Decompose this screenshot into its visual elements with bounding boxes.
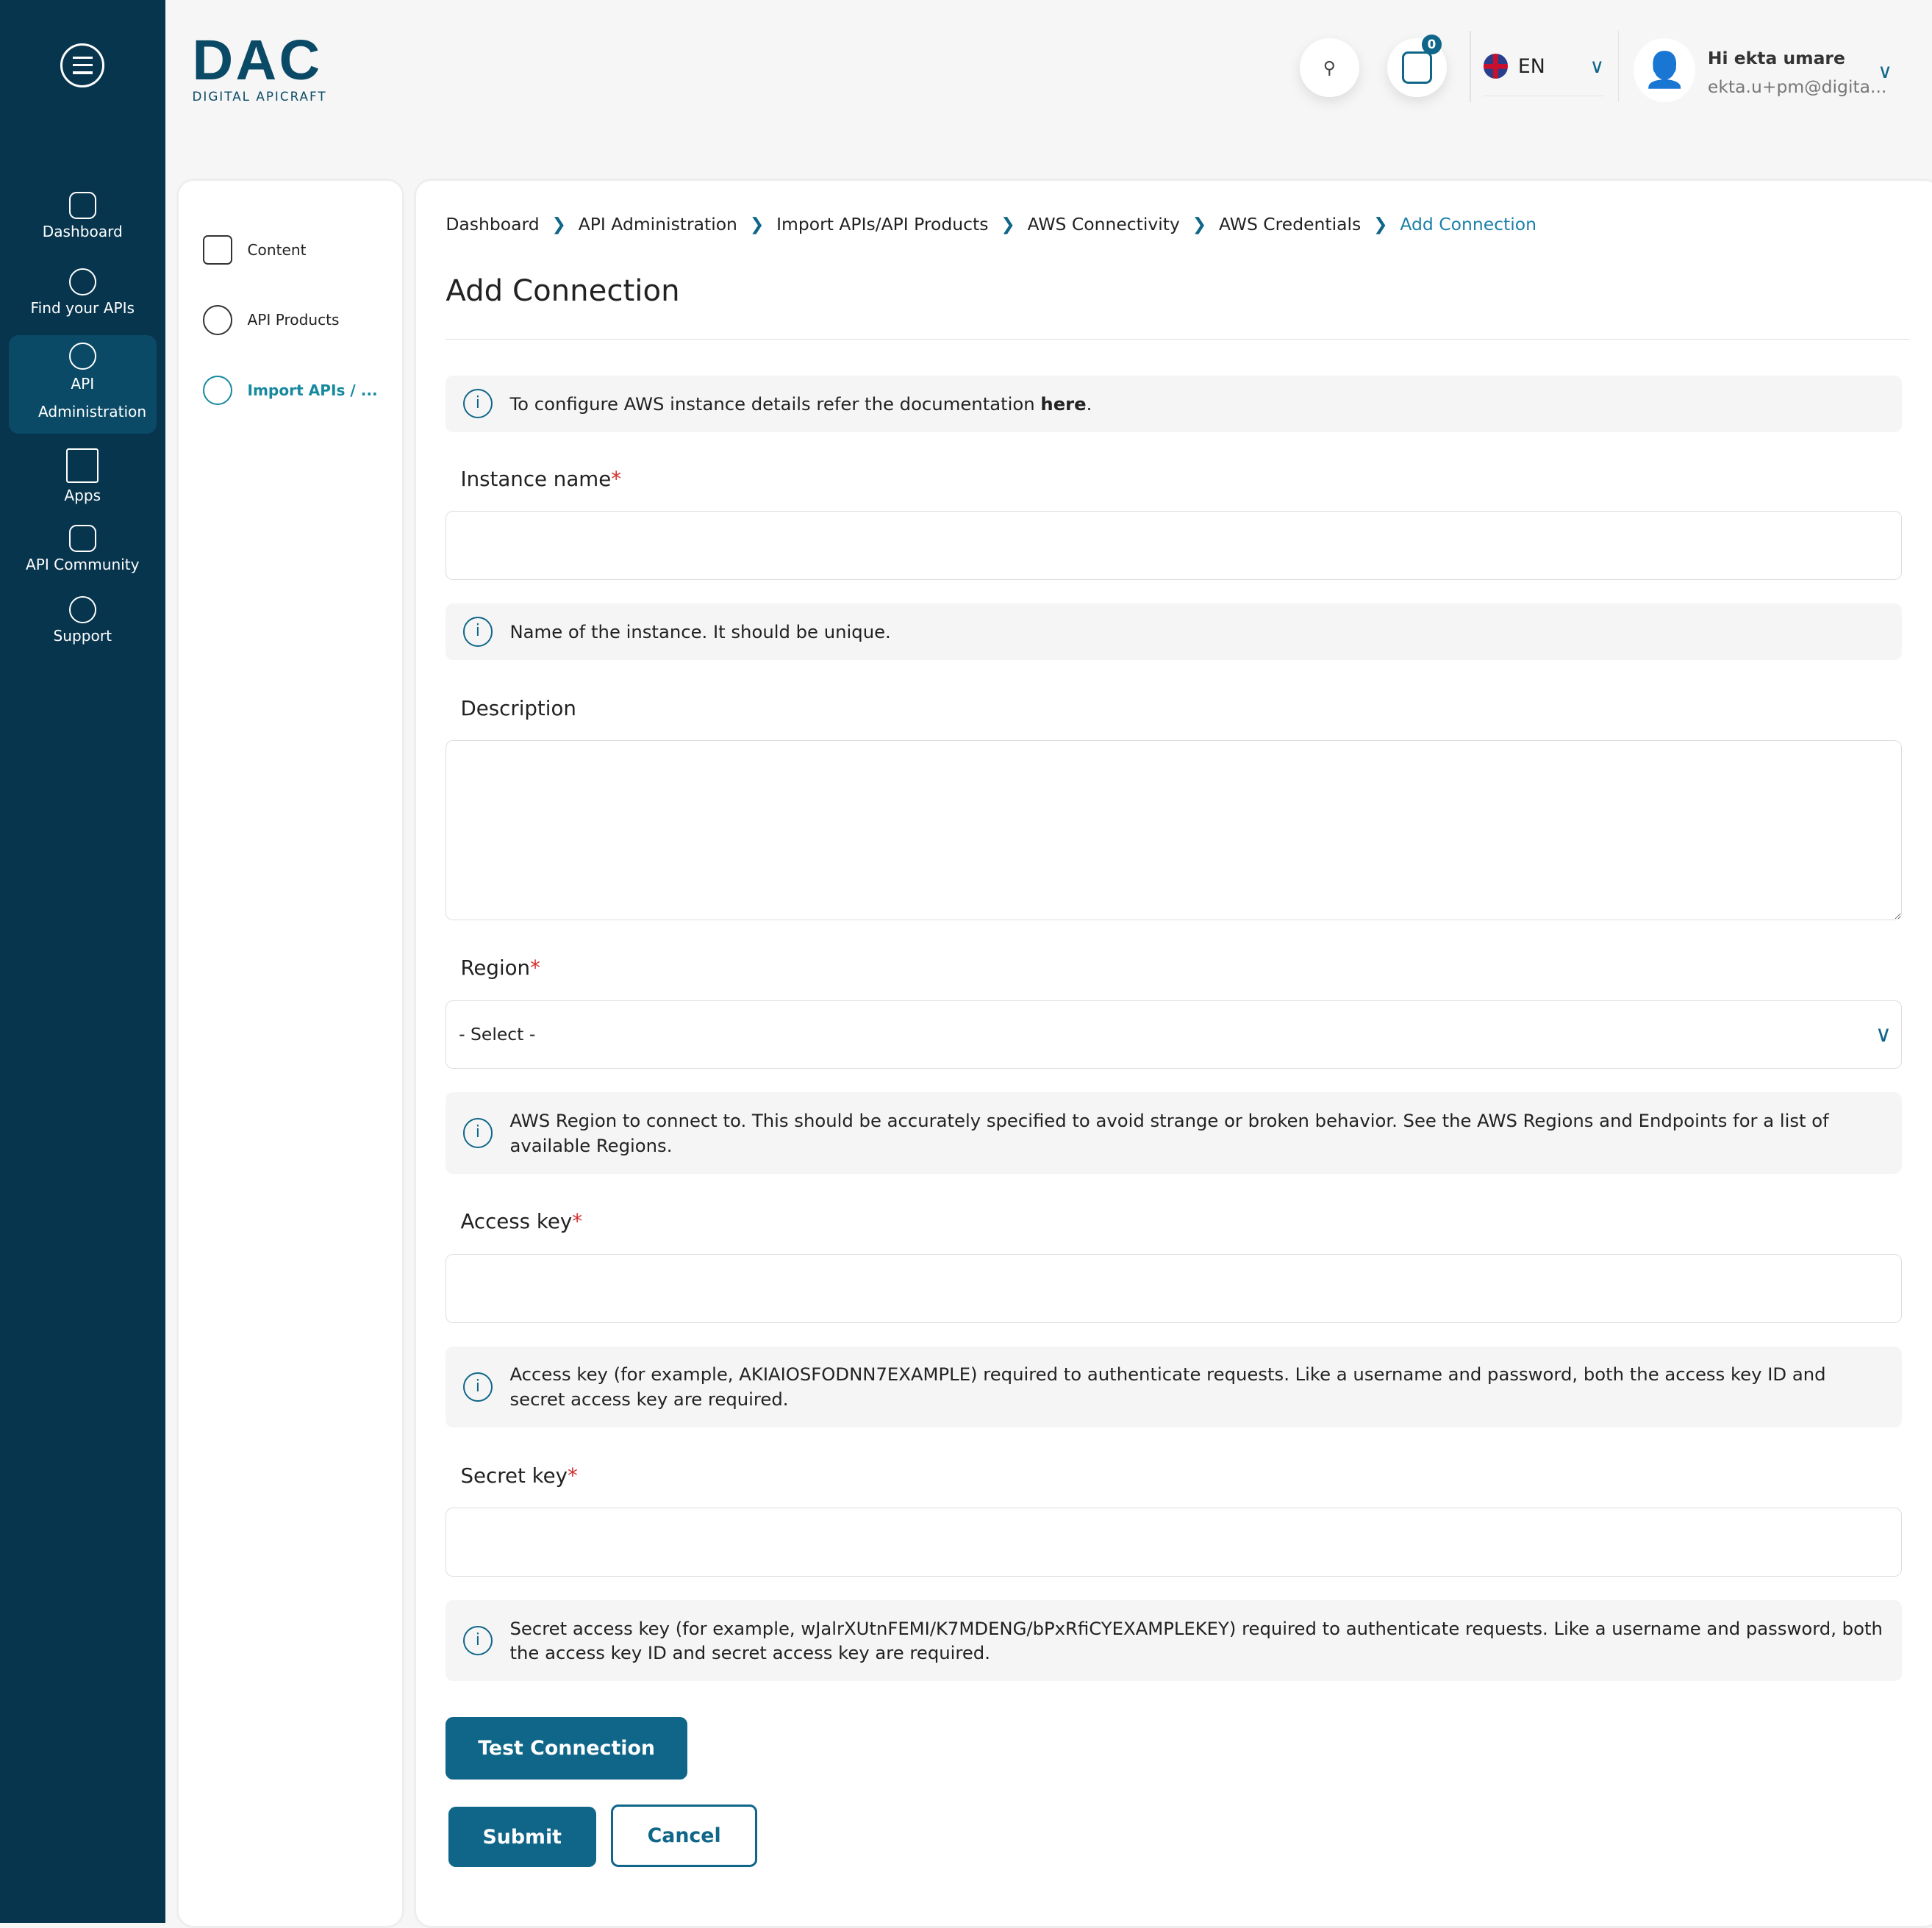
chevron-right-icon: ❯ — [551, 214, 566, 235]
info-icon: i — [462, 1118, 493, 1148]
label: Support — [53, 627, 112, 645]
help-text: Access key (for example, AKIAIOSFODNN7EX… — [509, 1363, 1826, 1410]
subnav-api-products[interactable]: API Products — [203, 305, 340, 335]
help-text: AWS Region to connect to. This should be… — [509, 1110, 1829, 1156]
breadcrumb-aws-connectivity[interactable]: AWS Connectivity — [1028, 214, 1180, 234]
tasks-button[interactable]: 0 — [1387, 34, 1447, 98]
help-text: Name of the instance. It should be uniqu… — [509, 620, 891, 642]
secret-key-input[interactable] — [446, 1508, 1903, 1577]
info-icon: i — [462, 1625, 493, 1656]
user-email: ekta.u+pm@digita... — [1707, 76, 1887, 97]
cloud-sync-icon — [203, 375, 233, 406]
chat-icon — [68, 524, 96, 552]
sidebar-item-api-community[interactable]: API Community — [9, 517, 157, 581]
user-greeting: Hi ekta umare — [1707, 48, 1845, 69]
page-title: Add Connection — [446, 274, 680, 309]
chevron-right-icon: ❯ — [1001, 214, 1015, 235]
label: Import APIs / ... — [247, 381, 378, 399]
checklist-icon — [1402, 51, 1432, 84]
logo-text: DIGITAL APICRAFT — [192, 88, 327, 104]
breadcrumb-current: Add Connection — [1400, 214, 1536, 235]
label: Find your APIs — [30, 299, 135, 318]
secret-key-help: i Secret access key (for example, wJalrXU… — [446, 1599, 1903, 1682]
region-selected: - Select - — [459, 1024, 536, 1045]
api-gear-icon — [68, 268, 96, 296]
divider — [446, 338, 1911, 340]
sidebar-item-support[interactable]: Support — [9, 589, 157, 652]
submit-button[interactable]: Submit — [448, 1807, 596, 1868]
api-cloud-icon — [203, 305, 233, 335]
info-text: To configure AWS instance details refer … — [509, 393, 1041, 415]
info-icon: i — [462, 617, 493, 647]
chevron-right-icon: ❯ — [749, 214, 765, 235]
notification-badge: 0 — [1422, 34, 1442, 54]
doc-info-box: i To configure AWS instance details refer… — [446, 375, 1903, 432]
sidebar-item-dashboard[interactable]: Dashboard — [9, 184, 157, 248]
documentation-link[interactable]: here — [1040, 393, 1086, 415]
label: API Products — [247, 311, 340, 329]
access-key-label: Access key* — [460, 1209, 583, 1234]
breadcrumb-import-apis[interactable]: Import APIs/API Products — [776, 214, 988, 234]
gears-icon — [68, 342, 96, 370]
test-connection-button[interactable]: Test Connection — [446, 1716, 687, 1780]
language-select[interactable]: EN ∨ — [1483, 49, 1605, 96]
region-help: i AWS Region to connect to. This should b… — [446, 1092, 1903, 1174]
instance-name-label: Instance name* — [460, 466, 622, 491]
instance-name-help: i Name of the instance. It should be uniq… — [446, 603, 1903, 660]
chevron-down-icon: ∨ — [1875, 1021, 1892, 1047]
user-menu[interactable]: 👤 Hi ekta umare ekta.u+pm@digita... ∨ — [1634, 37, 1905, 103]
label: Content — [247, 240, 307, 259]
logo-mark: DAC — [192, 28, 323, 92]
description-label: Description — [460, 695, 576, 720]
support-icon — [68, 596, 96, 624]
menu-icon[interactable] — [60, 43, 105, 87]
breadcrumb-api-administration[interactable]: API Administration — [579, 214, 737, 234]
label: API Administration — [37, 374, 147, 421]
language-label: EN — [1517, 54, 1545, 78]
info-text-end: . — [1086, 393, 1092, 415]
breadcrumb: Dashboard ❯ API Administration ❯ Import AP… — [446, 214, 1536, 234]
sidebar-item-apps[interactable]: Apps — [9, 441, 157, 512]
label: Dashboard — [42, 223, 123, 241]
info-icon: i — [462, 389, 493, 419]
main-panel: Dashboard ❯ API Administration ❯ Import AP… — [414, 179, 1932, 1928]
logo[interactable]: DAC DIGITAL APICRAFT — [192, 32, 326, 104]
region-select[interactable]: - Select - ∨ — [446, 1000, 1903, 1069]
sidebar-item-find-apis[interactable]: Find your APIs — [9, 261, 157, 324]
label: API Community — [25, 555, 140, 573]
instance-name-input[interactable] — [446, 511, 1903, 581]
chevron-right-icon: ❯ — [1373, 214, 1388, 235]
help-text: Secret access key (for example, wJalrXUt… — [509, 1617, 1883, 1664]
sidebar: Dashboard Find your APIs API Administrat… — [0, 0, 165, 1924]
subnav-import-apis[interactable]: Import APIs / ... — [203, 375, 378, 406]
label: Apps — [64, 486, 101, 504]
cancel-button[interactable]: Cancel — [610, 1804, 758, 1868]
breadcrumb-dashboard[interactable]: Dashboard — [446, 214, 539, 234]
sidebar-item-api-administration[interactable]: API Administration — [8, 334, 157, 434]
content-edit-icon — [203, 234, 233, 265]
info-icon: i — [462, 1372, 493, 1402]
home-icon — [68, 192, 96, 220]
search-button[interactable]: ⚲ — [1300, 37, 1359, 98]
apps-box-icon — [66, 448, 99, 483]
chevron-down-icon: ∨ — [1589, 54, 1605, 78]
breadcrumb-aws-credentials[interactable]: AWS Credentials — [1219, 214, 1361, 234]
avatar: 👤 — [1634, 37, 1696, 103]
description-textarea[interactable] — [446, 739, 1903, 920]
secret-key-label: Secret key* — [460, 1463, 578, 1488]
chevron-down-icon: ∨ — [1878, 60, 1892, 84]
region-label: Region* — [460, 956, 540, 981]
subnav-content[interactable]: Content — [203, 234, 307, 265]
access-key-input[interactable] — [446, 1253, 1903, 1323]
search-icon: ⚲ — [1323, 57, 1336, 79]
chevron-right-icon: ❯ — [1192, 214, 1207, 235]
uk-flag-icon — [1483, 54, 1509, 79]
access-key-help: i Access key (for example, AKIAIOSFODNN7E… — [446, 1346, 1903, 1428]
sub-navigation: Content API Products Import APIs / ... — [176, 179, 404, 1928]
